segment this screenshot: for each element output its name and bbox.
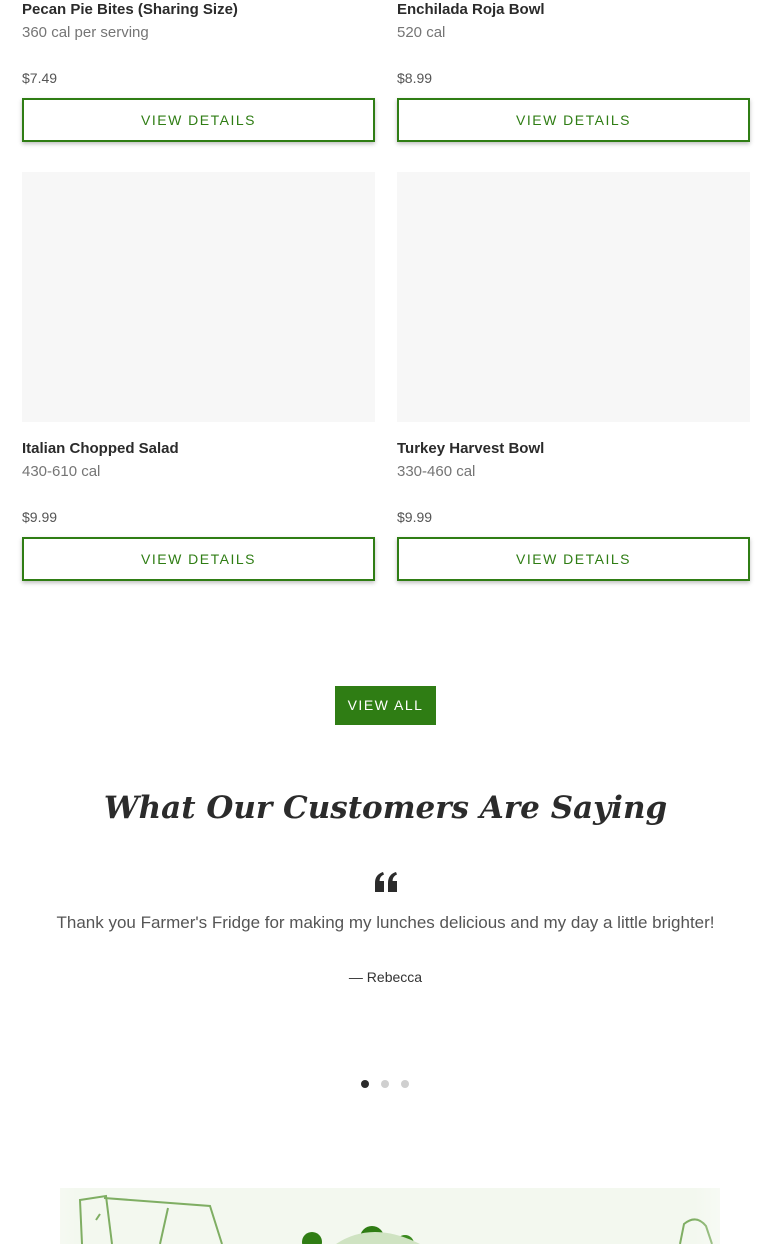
testimonials-heading: What Our Customers Are Saying [103,790,668,826]
product-calories: 360 cal per serving [22,24,149,41]
product-price: $8.99 [397,70,433,86]
view-details-button[interactable]: VIEW DETAILS [22,537,375,581]
product-name[interactable]: Enchilada Roja Bowl [397,1,545,18]
view-all-button[interactable]: VIEW ALL [335,686,436,725]
testimonial-quote: Thank you Farmer's Fridge for making my … [56,913,715,932]
product-image[interactable] [397,172,750,422]
product-price: $9.99 [22,509,58,525]
product-calories: 520 cal [397,24,446,41]
carousel-dot[interactable] [401,1080,409,1088]
product-name[interactable]: Italian Chopped Salad [22,440,179,457]
fridge-illustration [0,1180,771,1244]
product-price: $7.49 [22,70,58,86]
view-details-button[interactable]: VIEW DETAILS [397,537,750,581]
product-price: $9.99 [397,509,433,525]
view-details-button[interactable]: VIEW DETAILS [397,98,750,142]
testimonial-author: — Rebecca [348,969,423,985]
product-name[interactable]: Turkey Harvest Bowl [397,440,544,457]
view-details-button[interactable]: VIEW DETAILS [22,98,375,142]
product-image[interactable] [22,172,375,422]
carousel-dot[interactable] [361,1080,369,1088]
carousel-dot[interactable] [381,1080,389,1088]
product-calories: 430-610 cal [22,463,101,480]
product-calories: 330-460 cal [397,463,476,480]
quote-icon [375,872,397,892]
product-name[interactable]: Pecan Pie Bites (Sharing Size) [22,1,238,18]
